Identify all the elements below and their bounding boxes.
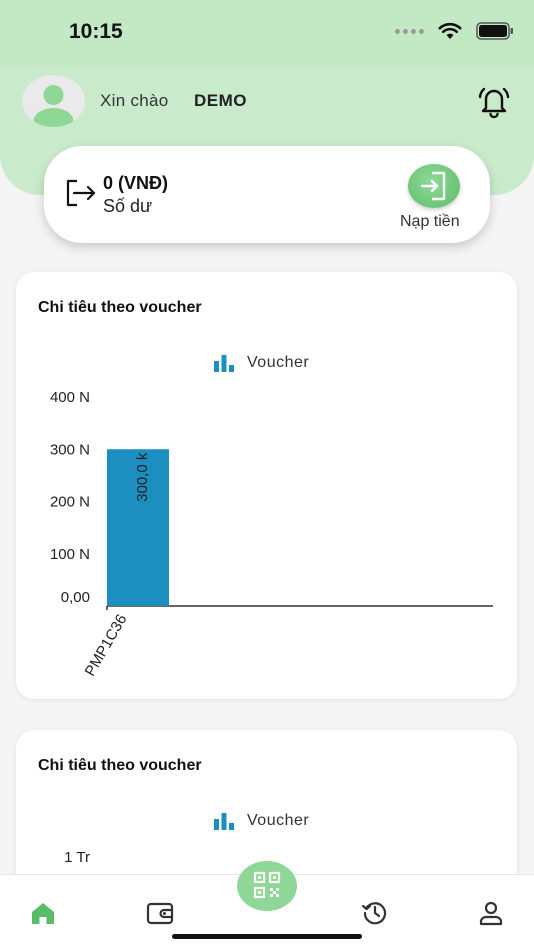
y-tick-label: 200 N [50,494,90,511]
greeting-text: Xin chào [100,91,169,110]
user-avatar-icon [33,85,74,127]
topup-button[interactable] [408,164,460,208]
home-indicator [172,934,362,939]
topup-label[interactable]: Nạp tiền [400,213,460,231]
home-icon[interactable] [29,899,57,927]
y-tick-label: 100 N [50,546,90,563]
logout-icon [66,179,96,207]
greeting-row: Xin chào DEMO [22,75,512,127]
status-time: 10:15 [69,20,123,43]
y-tick-label: 1 Tr [64,849,90,866]
qr-scan-button[interactable] [237,861,297,911]
profile-icon[interactable] [477,899,505,927]
signal-dots-icon [395,28,424,34]
qr-icon [253,871,281,899]
user-name: DEMO [194,91,247,110]
wifi-icon [438,22,462,39]
bar-value-label: 300,0 k [134,452,151,502]
x-tick-label: PMP1C36 [82,612,131,680]
history-icon[interactable] [361,899,389,927]
voucher-bar-chart: 0,00 100 N 200 N 300 N 400 N 300,0 k PMP1C36 [50,389,493,680]
door-enter-icon [420,171,446,201]
bell-icon[interactable] [476,83,512,119]
status-icons [395,22,514,40]
wallet-icon[interactable] [146,899,174,927]
avatar[interactable] [22,75,85,127]
y-tick-label: 300 N [50,441,90,458]
y-tick-label: 400 N [50,389,90,406]
balance-card: 0 (VNĐ) Số dư Nạp tiền [44,146,490,243]
y-tick-label: 0,00 [61,589,90,606]
balance-label: Số dư [103,196,153,216]
status-bar: 10:15 [0,0,534,66]
balance-amount: 0 (VNĐ) [103,173,169,193]
voucher-spending-card: Chi tiêu theo voucher Voucher 0,00 100 N2… [16,272,517,699]
battery-icon [476,22,513,40]
